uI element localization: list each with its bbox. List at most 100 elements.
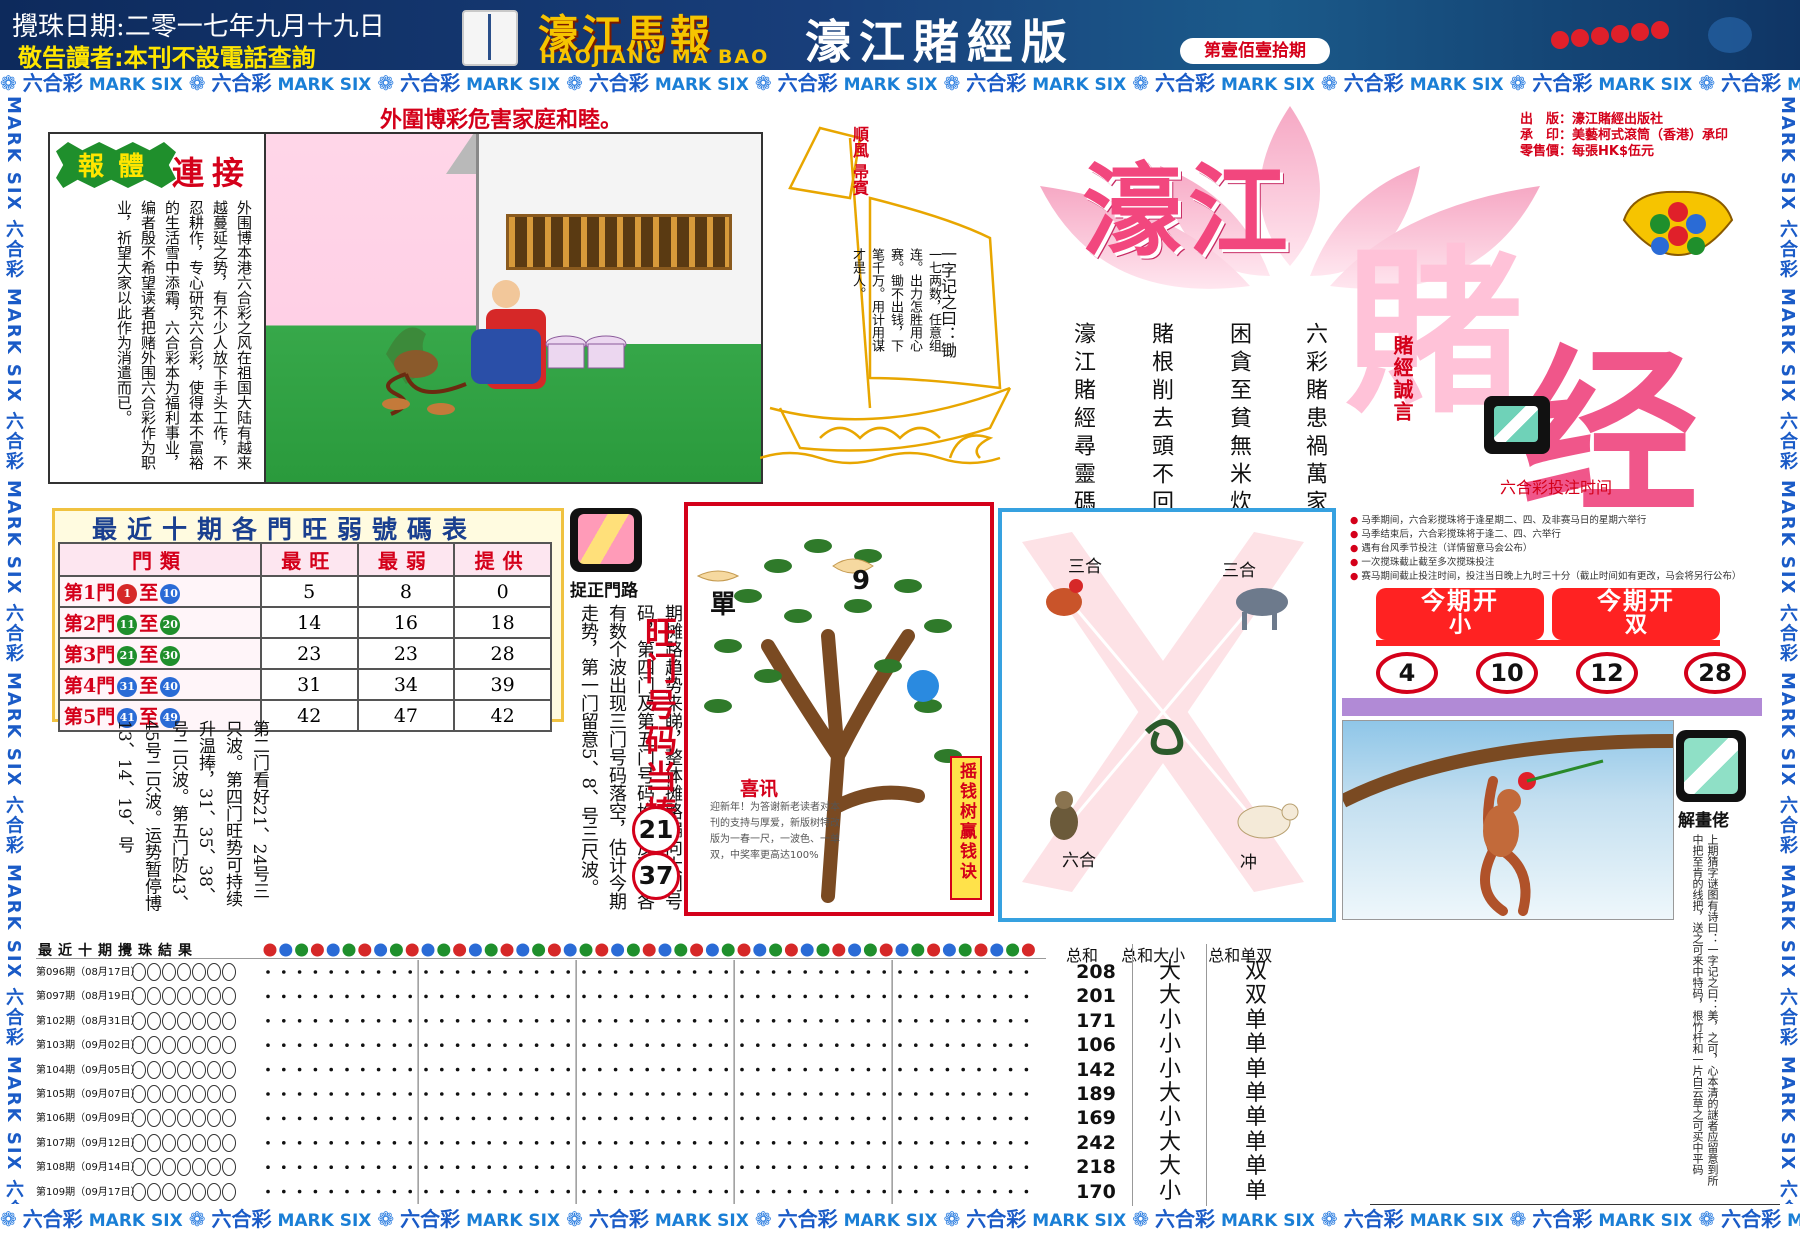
grid-dot (756, 1067, 760, 1072)
grid-dot (961, 1141, 965, 1145)
grid-dot (993, 1019, 997, 1023)
grid-dot (582, 994, 586, 999)
result-ball-slot (177, 1182, 191, 1201)
grid-dot (724, 1019, 728, 1023)
grid-dot (598, 1141, 602, 1145)
grid-dot (582, 1141, 586, 1145)
grid-dot (771, 1019, 776, 1023)
grid-dot (1024, 1067, 1029, 1072)
results-parity-cell: 单 (1244, 1007, 1267, 1033)
grid-dot (803, 1165, 807, 1169)
grid-dot (487, 1019, 491, 1023)
strip-label-cn: 六合彩 (211, 1207, 272, 1231)
grid-dot (929, 1092, 934, 1096)
flower-icon: ❁ (1132, 1207, 1149, 1231)
number-ball (342, 943, 356, 957)
betting-rules: 马季期间，六合彩搅珠将于逢星期二、四、及非赛马日的星期六举行 马季结束后，六合彩… (1350, 514, 1760, 584)
results-size-cell: 小 (1158, 1007, 1181, 1033)
grid-dot (503, 994, 507, 999)
result-ball-slot (177, 1133, 191, 1152)
grid-dot (408, 1165, 412, 1169)
grid-dot (424, 1092, 428, 1096)
grid-dot (408, 1189, 412, 1194)
grid-dot (297, 1043, 302, 1047)
this-issue-parity-tab: 今期开 双 (1552, 588, 1720, 640)
grid-dot (282, 1092, 286, 1096)
grid-dot (297, 1067, 302, 1072)
number-ball (374, 943, 388, 957)
strip-label-cn: 六合彩 (1721, 1207, 1782, 1231)
grid-dot (645, 994, 649, 999)
grid-dot (993, 1165, 997, 1169)
grid-dot (914, 1165, 918, 1169)
grid-dot (914, 1019, 918, 1023)
grid-dot (945, 1019, 950, 1023)
parity-column: 双双单单单单单单单单 (1226, 959, 1286, 1204)
number-ball (784, 943, 798, 957)
grid-dot (329, 1019, 333, 1023)
results-title: 最近十期攪珠結果 (38, 943, 198, 959)
flower-icon: ❁ (566, 1207, 583, 1231)
number-ball (295, 943, 309, 957)
result-ball-slot (192, 987, 206, 1006)
grid-dot (408, 1141, 412, 1145)
grid-dot (850, 1189, 855, 1194)
grid-dot (961, 1165, 965, 1169)
flower-icon: ❁ (0, 71, 17, 95)
grid-dot (297, 1019, 302, 1023)
grid-dot (313, 1116, 318, 1121)
grid-dot (582, 1116, 586, 1121)
grid-dot (756, 1019, 760, 1023)
rank-give-cell: 18 (453, 606, 552, 639)
rule-item: 遇有台风季节投注（详情留意马会公布） (1350, 542, 1760, 556)
grid-dot (361, 1043, 365, 1047)
grid-dot (313, 1092, 318, 1096)
strip-label-en: MARK SIX (654, 1211, 749, 1231)
grid-dot (313, 1067, 318, 1072)
grid-dot (882, 1141, 886, 1145)
zodiac-label-bl: 六合 (1062, 851, 1096, 871)
grid-dot (993, 994, 997, 999)
grid-dot (361, 994, 365, 999)
result-ball-slot (192, 1109, 206, 1128)
strip-label-en: MARK SIX (1409, 75, 1504, 95)
grid-dot (550, 1067, 555, 1072)
door-end-ball: 40 (160, 677, 181, 697)
result-ball-slot (192, 1158, 206, 1177)
result-ball-slot (147, 987, 161, 1006)
grid-dot (424, 1189, 428, 1194)
grid-dot (266, 1165, 270, 1169)
grid-dot (282, 1189, 286, 1194)
rank-row: 第4門 31 至 40 31 34 39 (58, 668, 552, 701)
result-ball-slot (162, 1182, 176, 1201)
grid-dot (724, 970, 728, 974)
grid-dot (376, 1019, 381, 1023)
grid-dot (550, 970, 555, 974)
grid-dot (914, 1092, 918, 1096)
grid-dot (835, 1165, 839, 1169)
grid-dot (961, 970, 965, 974)
strip-label-cn: 六合彩 (1343, 1207, 1404, 1231)
grid-dot (914, 1067, 918, 1072)
flower-icon: ❁ (1698, 1207, 1716, 1231)
result-ball-slot (207, 963, 221, 981)
grid-dot (771, 970, 776, 974)
reprint-body: 外围博本港六合彩之风在祖国大陆有越来越蔓延之势，有不少人放下手头工作，不忍耕作，… (115, 200, 253, 470)
grid-dot (455, 1189, 460, 1194)
grid-dot (708, 1092, 713, 1096)
result-ball-slot (177, 1109, 191, 1128)
grid-dot (708, 1043, 713, 1047)
number-ball (816, 943, 830, 957)
strip-label-en: MARK SIX (277, 75, 372, 95)
strip-label-en: MARK SIX (88, 75, 183, 95)
results-row-label: 第097期（08月19日） (36, 991, 141, 1003)
flower-icon: ❁ (377, 71, 395, 95)
grid-dot (329, 994, 333, 999)
results-size-cell: 大 (1158, 959, 1181, 984)
grid-dot (866, 994, 871, 999)
number-ball (911, 943, 925, 957)
number-ball (879, 943, 893, 957)
grid-dot (534, 1165, 539, 1169)
grid-dot (724, 1165, 728, 1169)
results-row-label: 第107期（09月12日） (36, 1137, 141, 1149)
